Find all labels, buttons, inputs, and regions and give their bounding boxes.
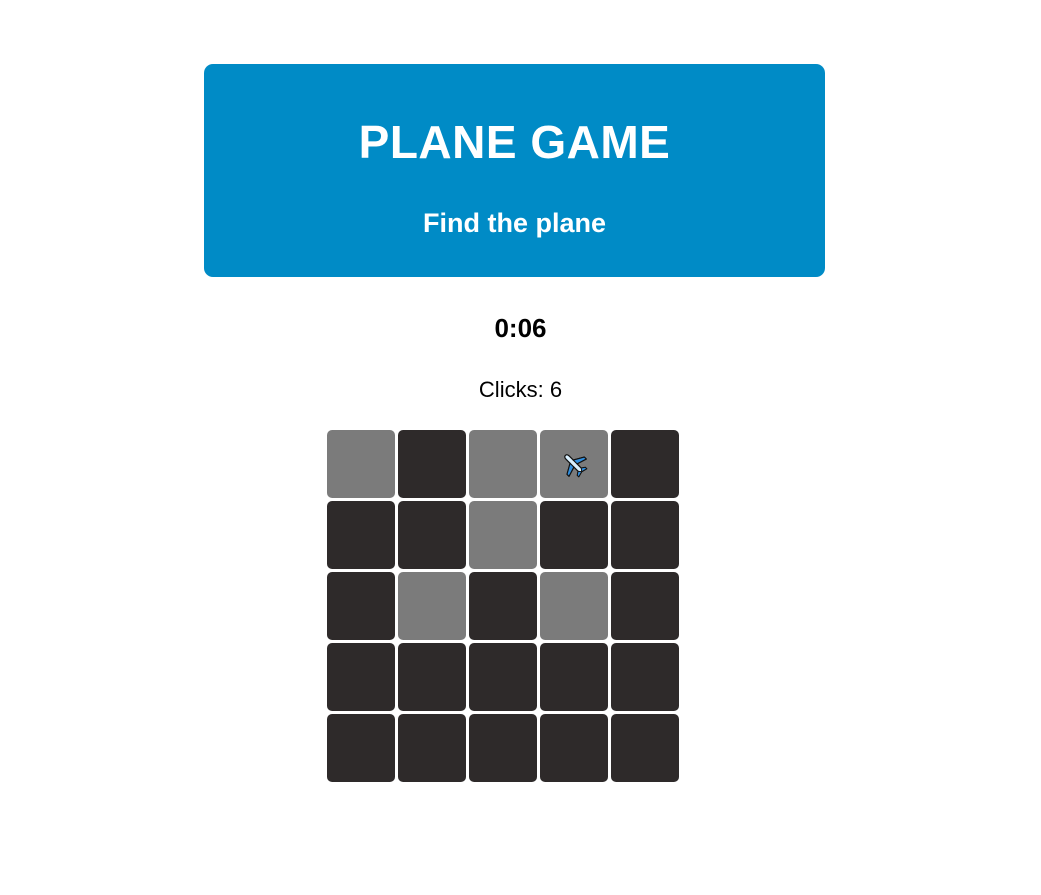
timer: 0:06 [494,313,547,343]
grid-cell-r5-c3[interactable] [469,714,537,782]
grid-cell-r3-c3[interactable] [469,572,537,640]
airplane-icon [559,449,589,479]
click-counter: Clicks: 6 [0,376,1041,404]
header-banner: PLANE GAME Find the plane [204,64,825,277]
clicks-label: Clicks: [478,377,550,402]
grid-cell-r4-c3[interactable] [469,643,537,711]
grid-cell-r5-c2[interactable] [398,714,466,782]
grid-cell-r1-c5[interactable] [611,430,679,498]
grid-cell-r4-c2[interactable] [398,643,466,711]
game-subtitle: Find the plane [422,208,606,238]
grid-cell-r5-c5[interactable] [611,714,679,782]
grid-cell-r3-c2[interactable] [398,572,466,640]
grid-cell-r2-c2[interactable] [398,501,466,569]
grid-cell-r2-c1[interactable] [327,501,395,569]
grid-cell-r5-c4[interactable] [540,714,608,782]
grid-cell-r4-c5[interactable] [611,643,679,711]
grid-cell-r4-c1[interactable] [327,643,395,711]
grid-cell-r1-c3[interactable] [469,430,537,498]
grid-cell-r1-c2[interactable] [398,430,466,498]
grid-cell-r3-c1[interactable] [327,572,395,640]
grid-cell-r1-c1[interactable] [327,430,395,498]
grid-cell-r4-c4[interactable] [540,643,608,711]
grid-cell-r3-c4[interactable] [540,572,608,640]
grid-cell-r2-c3[interactable] [469,501,537,569]
plane-game-app: PLANE GAME Find the plane 0:06 Clicks: 6 [0,0,1041,895]
game-title: PLANE GAME [358,116,671,168]
grid-cell-r2-c5[interactable] [611,501,679,569]
grid-cell-r3-c5[interactable] [611,572,679,640]
game-board [327,430,679,782]
grid-cell-r5-c1[interactable] [327,714,395,782]
clicks-value: 6 [549,377,563,402]
grid-cell-r1-c4[interactable] [540,430,608,498]
grid-cell-r2-c4[interactable] [540,501,608,569]
